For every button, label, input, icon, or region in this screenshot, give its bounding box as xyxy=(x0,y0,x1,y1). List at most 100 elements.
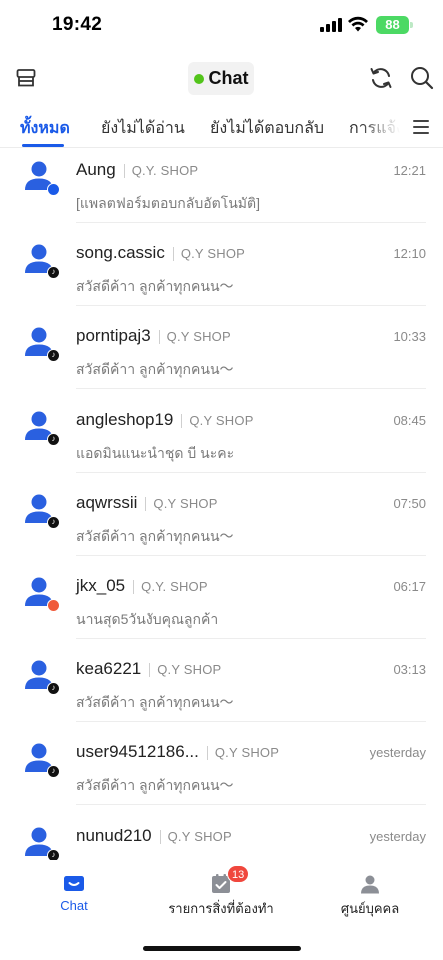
name-separator xyxy=(158,330,160,344)
name-separator xyxy=(172,247,174,261)
tabs-fade xyxy=(360,104,410,147)
row-divider xyxy=(76,305,426,306)
conversation-row[interactable]: jkx_05 Q.Y. SHOP 06:17 นานสุด5วันงับคุณลูกค… xyxy=(0,564,443,647)
menu-icon[interactable] xyxy=(413,120,429,134)
shop-name: Q.Y. SHOP xyxy=(141,579,208,594)
message-time: 07:50 xyxy=(393,496,426,511)
store-icon[interactable] xyxy=(15,67,37,89)
row-divider xyxy=(76,472,426,473)
row-divider xyxy=(76,388,426,389)
contact-name: jkx_05 xyxy=(76,576,126,595)
row-divider xyxy=(76,638,426,639)
message-preview: แอดมินแนะนำชุด บี นะคะ xyxy=(76,445,235,461)
filter-tabs: ทั้งหมด ยังไม่ได้อ่าน ยังไม่ได้ตอบกลับ ก… xyxy=(0,104,443,148)
conversation-row[interactable]: ♪nunud210Q.Y SHOPyesterdayสวัสดีค้าา ลูก… xyxy=(0,814,443,860)
shop-name: Q.Y SHOP xyxy=(180,246,246,261)
bottom-nav: Chat 13 รายการสิ่งที่ต้องทำ ศูนย์บุคคล xyxy=(0,860,443,960)
name-separator xyxy=(145,497,147,511)
message-preview: [แพลตฟอร์มตอบกลับอัตโนมัติ] xyxy=(76,195,261,211)
conversation-list[interactable]: Aung Q.Y. SHOP 12:21 [แพลตฟอร์มตอบกลับอัตโน… xyxy=(0,148,443,860)
todo-count-badge: 13 xyxy=(227,865,250,883)
shop-name: Q.Y SHOP xyxy=(167,829,232,844)
nav-todo[interactable]: 13 รายการสิ่งที่ต้องทำ xyxy=(166,865,276,919)
shop-name: Q.Y. SHOP xyxy=(131,163,199,178)
nav-chat[interactable]: Chat xyxy=(52,874,96,913)
chat-title-pill[interactable]: Chat xyxy=(188,62,254,95)
row-divider xyxy=(76,721,426,722)
status-bar: 19:42 88 xyxy=(0,0,443,52)
contact-name: song.cassic xyxy=(76,243,165,262)
tiktok-icon: ♪ xyxy=(47,266,60,279)
conversation-row[interactable]: ♪ porntipaj3 Q.Y SHOP 10:33 สวัสดีค้าา ลูกค้… xyxy=(0,314,443,397)
web-platform-icon xyxy=(47,183,60,196)
home-indicator xyxy=(143,946,301,951)
message-time: 03:13 xyxy=(393,662,426,677)
search-icon[interactable] xyxy=(409,65,435,91)
contact-name: Aung xyxy=(76,160,116,179)
conversation-row[interactable]: ♪ song.cassic Q.Y SHOP 12:10 สวัสดีค้าา ลูกค… xyxy=(0,231,443,314)
battery-nub xyxy=(410,22,413,28)
row-divider xyxy=(76,222,426,223)
conversation-row[interactable]: ♪ user94512186... Q.Y SHOP yesterday สวัสดีค… xyxy=(0,730,443,813)
message-preview: สวัสดีค้าา ลูกค้าทุกคนน～ xyxy=(76,777,234,793)
shop-name: Q.Y SHOP xyxy=(189,413,254,428)
cellular-signal-icon xyxy=(320,17,342,32)
tiktok-icon: ♪ xyxy=(47,516,60,529)
name-separator xyxy=(123,164,125,178)
contact-name: porntipaj3 xyxy=(76,326,151,345)
battery-indicator: 88 xyxy=(376,16,409,34)
shop-name: Q.Y SHOP xyxy=(153,496,218,511)
message-time: yesterday xyxy=(369,829,426,844)
name-separator xyxy=(206,746,208,760)
conversation-row[interactable]: ♪ angleshop19 Q.Y SHOP 08:45 แอดมินแนะนำชุด … xyxy=(0,398,443,481)
message-preview: สวัสดีค้าา ลูกค้าทุกคนน～ xyxy=(76,694,234,710)
message-time: 12:21 xyxy=(393,163,426,178)
app-header: Chat xyxy=(0,52,443,104)
wifi-icon xyxy=(348,16,368,32)
message-preview: สวัสดีค้าา ลูกค้าทุกคนน～ xyxy=(76,528,234,544)
name-separator xyxy=(181,414,183,428)
message-time: 12:10 xyxy=(393,246,426,261)
contact-name: angleshop19 xyxy=(76,410,174,429)
nav-todo-label: รายการสิ่งที่ต้องทำ xyxy=(168,901,274,916)
status-time: 19:42 xyxy=(52,14,103,35)
tab-all[interactable]: ทั้งหมด xyxy=(20,116,70,141)
page-title: Chat xyxy=(208,68,249,88)
contact-name: nunud210 xyxy=(76,826,152,845)
tab-unread[interactable]: ยังไม่ได้อ่าน xyxy=(101,116,185,141)
shop-platform-icon xyxy=(47,599,60,612)
conversation-row[interactable]: ♪ kea6221 Q.Y SHOP 03:13 สวัสดีค้าา ลูกค้าทุ… xyxy=(0,647,443,730)
name-separator xyxy=(159,830,161,844)
shop-name: Q.Y SHOP xyxy=(214,745,280,760)
nav-profile-label: ศูนย์บุคคล xyxy=(340,901,400,916)
shop-name: Q.Y SHOP xyxy=(166,329,231,344)
online-status-dot xyxy=(193,73,204,84)
shop-name: Q.Y SHOP xyxy=(157,662,222,677)
name-separator xyxy=(149,663,151,677)
tab-unreplied[interactable]: ยังไม่ได้ตอบกลับ xyxy=(210,116,324,141)
nav-chat-label: Chat xyxy=(60,898,88,913)
message-time: yesterday xyxy=(369,745,426,760)
conversation-row[interactable]: Aung Q.Y. SHOP 12:21 [แพลตฟอร์มตอบกลับอัตโน… xyxy=(0,148,443,231)
contact-name: kea6221 xyxy=(76,659,142,678)
message-preview: สวัสดีค้าา ลูกค้าทุกคนน～ xyxy=(76,278,234,294)
name-separator xyxy=(133,580,135,594)
person-icon xyxy=(361,875,379,894)
row-divider xyxy=(76,555,426,556)
tiktok-icon: ♪ xyxy=(47,433,60,446)
message-time: 10:33 xyxy=(393,329,426,344)
tiktok-icon: ♪ xyxy=(47,682,60,695)
nav-profile[interactable]: ศูนย์บุคคล xyxy=(338,874,402,919)
message-time: 08:45 xyxy=(393,413,426,428)
tiktok-icon: ♪ xyxy=(47,849,60,860)
conversation-row[interactable]: ♪ aqwrssii Q.Y SHOP 07:50 สวัสดีค้าา ลูกค้าท… xyxy=(0,481,443,564)
row-divider xyxy=(76,804,426,805)
chat-icon xyxy=(64,876,84,891)
message-time: 06:17 xyxy=(393,579,426,594)
contact-name: aqwrssii xyxy=(76,493,138,512)
message-preview: สวัสดีค้าา ลูกค้าทุกคนน～ xyxy=(76,361,234,377)
message-preview: นานสุด5วันงับคุณลูกค้า xyxy=(76,611,219,627)
tiktok-icon: ♪ xyxy=(47,349,60,362)
active-tab-indicator xyxy=(22,144,64,147)
refresh-icon[interactable] xyxy=(368,65,394,91)
